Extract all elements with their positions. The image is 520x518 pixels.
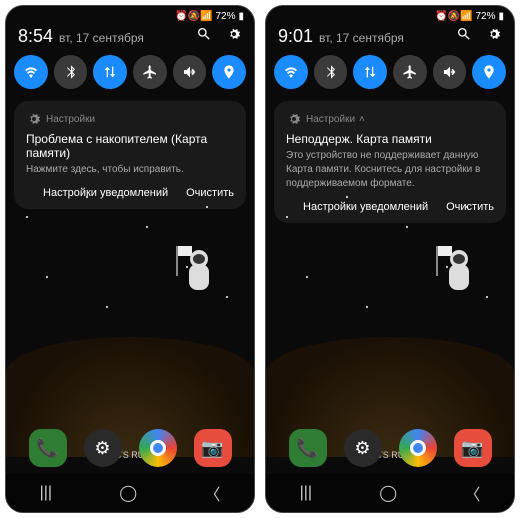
notif-settings-button[interactable]: Настройки уведомлений [43,187,168,199]
dock-app-3[interactable]: 📷 [194,429,232,467]
dock-app-0[interactable]: 📞 [29,429,67,467]
qs-location[interactable] [472,55,506,89]
quick-settings [266,55,514,97]
qs-bluetooth[interactable] [314,55,348,89]
battery-text: 72% [475,11,495,22]
nav-recent[interactable]: ||| [300,484,312,502]
qs-wifi[interactable] [14,55,48,89]
quick-settings [6,55,254,97]
gear-icon[interactable] [226,26,242,47]
notif-app-label: Настройки [26,111,234,127]
chevron-up-icon: ˄ [359,114,365,125]
nav-back[interactable]: 〈 [464,481,480,505]
dock-app-3[interactable]: 📷 [454,429,492,467]
nav-recent[interactable]: ||| [40,484,52,502]
notif-body: Это устройство не поддерживает данную Ка… [286,149,494,191]
qs-bluetooth[interactable] [54,55,88,89]
notif-clear-button[interactable]: Очистить [446,201,494,213]
nav-bar: ||| ◯ 〈 [6,474,254,512]
battery-text: 72% [215,11,235,22]
status-icons: ⏰🔕📶 [175,11,212,22]
qs-mute[interactable] [433,55,467,89]
clock: 8:54 [18,26,53,47]
search-icon[interactable] [196,26,212,47]
notification-card[interactable]: Настройки ˄ Неподдерж. Карта памяти Это ус… [274,101,506,223]
status-bar: ⏰🔕📶72%▮ [266,6,514,24]
status-icons: ⏰🔕📶 [435,11,472,22]
phone-right: ⏰🔕📶72%▮ 9:01 вт, 17 сентября Настройки ˄ Неп… [265,5,515,513]
dock: 📞 ⚙ 📷 [266,429,514,467]
qs-wifi[interactable] [274,55,308,89]
qs-airplane[interactable] [133,55,167,89]
gear-icon[interactable] [486,26,502,47]
notif-clear-button[interactable]: Очистить [186,187,234,199]
notif-body: Нажмите здесь, чтобы исправить. [26,163,234,177]
status-bar: ⏰🔕📶72%▮ [6,6,254,24]
qs-data[interactable] [93,55,127,89]
dock-app-browser[interactable] [399,429,437,467]
dock-app-1[interactable]: ⚙ [344,429,382,467]
qs-airplane[interactable] [393,55,427,89]
astronaut [434,246,484,306]
notif-title: Неподдерж. Карта памяти [286,132,494,146]
dock-app-0[interactable]: 📞 [289,429,327,467]
dock-app-1[interactable]: ⚙ [84,429,122,467]
qs-data[interactable] [353,55,387,89]
astronaut [174,246,224,306]
dock: 📞 ⚙ 📷 [6,429,254,467]
search-icon[interactable] [456,26,472,47]
date: вт, 17 сентября [319,31,404,45]
nav-home[interactable]: ◯ [119,483,137,503]
qs-location[interactable] [212,55,246,89]
qs-mute[interactable] [173,55,207,89]
notification-card[interactable]: Настройки Проблема с накопителем (Карта п… [14,101,246,209]
clock: 9:01 [278,26,313,47]
notif-title: Проблема с накопителем (Карта памяти) [26,132,234,160]
notif-app-label: Настройки ˄ [286,111,494,127]
phone-left: ⏰🔕📶72%▮ 8:54 вт, 17 сентября Настройки Пробл… [5,5,255,513]
dock-app-browser[interactable] [139,429,177,467]
date: вт, 17 сентября [59,31,144,45]
nav-back[interactable]: 〈 [204,481,220,505]
nav-bar: ||| ◯ 〈 [266,474,514,512]
notif-settings-button[interactable]: Настройки уведомлений [303,201,428,213]
nav-home[interactable]: ◯ [379,483,397,503]
